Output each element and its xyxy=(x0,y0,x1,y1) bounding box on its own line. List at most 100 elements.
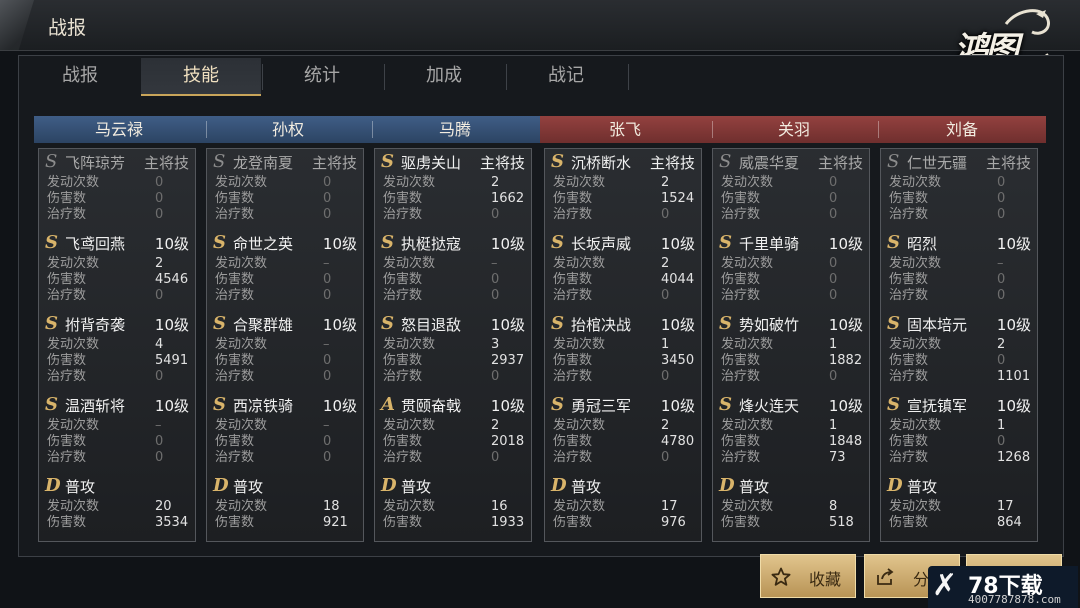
skill-entry[interactable]: S 昭烈 10级 发动次数 – 伤害数 0 治疗数 0 xyxy=(881,232,1039,312)
skill-name: 拊背奇袭 xyxy=(65,316,126,334)
skill-entry[interactable]: S 威震华夏 主将技 发动次数 0 伤害数 0 治疗数 0 xyxy=(713,151,871,231)
skill-header: S 抬棺决战 10级 xyxy=(551,313,699,335)
skill-entry[interactable]: S 势如破竹 10级 发动次数 1 伤害数 1882 治疗数 0 xyxy=(713,313,871,393)
basic-attack-entry[interactable]: D 普攻 发动次数 20 伤害数 3534 xyxy=(39,475,197,555)
tab-bonus[interactable]: 加成 xyxy=(384,58,504,96)
stat-value: 8 xyxy=(829,499,838,514)
basic-attack-entry[interactable]: D 普攻 发动次数 17 伤害数 976 xyxy=(545,475,703,555)
skill-entry[interactable]: S 沉桥断水 主将技 发动次数 2 伤害数 1524 治疗数 0 xyxy=(545,151,703,231)
skill-entry[interactable]: S 勇冠三军 10级 发动次数 2 伤害数 4780 治疗数 0 xyxy=(545,394,703,474)
skill-entry[interactable]: S 千里单骑 10级 发动次数 0 伤害数 0 治疗数 0 xyxy=(713,232,871,312)
skill-entry[interactable]: S 宣抚镇军 10级 发动次数 1 伤害数 0 治疗数 1268 xyxy=(881,394,1039,474)
basic-attack-entry[interactable]: D 普攻 发动次数 16 伤害数 1933 xyxy=(375,475,533,555)
stat-label: 发动次数 xyxy=(47,499,100,514)
skill-entry[interactable]: S 驱虏关山 主将技 发动次数 2 伤害数 1662 治疗数 0 xyxy=(375,151,533,231)
stat-row-heal: 治疗数 0 xyxy=(47,288,193,304)
stat-value: 4780 xyxy=(661,434,695,449)
stat-value: 976 xyxy=(661,515,686,530)
skill-entry[interactable]: S 怒目退敌 10级 发动次数 3 伤害数 2937 治疗数 0 xyxy=(375,313,533,393)
stat-value: 0 xyxy=(323,288,332,303)
skill-entry[interactable]: S 长坂声威 10级 发动次数 2 伤害数 4044 治疗数 0 xyxy=(545,232,703,312)
skill-entry[interactable]: S 仁世无疆 主将技 发动次数 0 伤害数 0 治疗数 0 xyxy=(881,151,1039,231)
stat-row-count: 发动次数 2 xyxy=(889,337,1035,353)
stat-value: 16 xyxy=(491,499,508,514)
basic-attack-entry[interactable]: D 普攻 发动次数 18 伤害数 921 xyxy=(207,475,365,555)
skill-name: 固本培元 xyxy=(907,316,968,334)
stat-label: 发动次数 xyxy=(553,418,606,433)
stat-label: 发动次数 xyxy=(553,175,606,190)
stat-label: 伤害数 xyxy=(721,191,761,206)
stat-label: 发动次数 xyxy=(721,337,774,352)
stat-value: 1662 xyxy=(491,191,525,206)
skill-grade: S xyxy=(213,151,226,172)
skill-header: S 仁世无疆 主将技 xyxy=(887,151,1035,173)
stat-label: 伤害数 xyxy=(383,515,423,530)
general-name: 关羽 xyxy=(777,120,810,139)
skill-entry[interactable]: S 西凉铁骑 10级 发动次数 – 伤害数 0 治疗数 0 xyxy=(207,394,365,474)
skill-header: S 沉桥断水 主将技 xyxy=(551,151,699,173)
stat-row-count: 发动次数 – xyxy=(215,337,361,353)
skill-entry[interactable]: S 抬棺决战 10级 发动次数 1 伤害数 3450 治疗数 0 xyxy=(545,313,703,393)
skill-name: 仁世无疆 xyxy=(907,154,968,172)
skill-grade: S xyxy=(887,394,900,415)
stat-row-count: 发动次数 1 xyxy=(889,418,1035,434)
stat-row-heal: 治疗数 0 xyxy=(553,288,699,304)
stat-row-count: 发动次数 20 xyxy=(47,499,193,515)
skill-grade: S xyxy=(887,313,900,334)
skill-name: 贯颐奋戟 xyxy=(401,397,462,415)
stat-row-damage: 伤害数 2937 xyxy=(383,353,529,369)
skill-entry[interactable]: S 固本培元 10级 发动次数 2 伤害数 0 治疗数 1101 xyxy=(881,313,1039,393)
stat-label: 治疗数 xyxy=(553,450,593,465)
skill-name: 普攻 xyxy=(401,478,432,496)
stat-label: 伤害数 xyxy=(47,191,87,206)
stat-label: 发动次数 xyxy=(889,256,942,271)
stat-row-damage: 伤害数 0 xyxy=(889,434,1035,450)
stat-label: 伤害数 xyxy=(889,272,929,287)
skill-grade: S xyxy=(45,313,58,334)
stat-row-heal: 治疗数 0 xyxy=(383,207,529,223)
skill-header: S 飞鸢回燕 10级 xyxy=(45,232,193,254)
stat-row-damage: 伤害数 1882 xyxy=(721,353,867,369)
skill-level: 主将技 xyxy=(479,154,525,172)
skill-level: 主将技 xyxy=(817,154,863,172)
skill-entry[interactable]: S 龙登南夏 主将技 发动次数 0 伤害数 0 治疗数 0 xyxy=(207,151,365,231)
stat-value: 0 xyxy=(491,288,500,303)
skill-entry[interactable]: S 烽火连天 10级 发动次数 1 伤害数 1848 治疗数 73 xyxy=(713,394,871,474)
basic-attack-entry[interactable]: D 普攻 发动次数 17 伤害数 864 xyxy=(881,475,1039,555)
skill-entry[interactable]: S 合聚群雄 10级 发动次数 – 伤害数 0 治疗数 0 xyxy=(207,313,365,393)
skill-entry[interactable]: A 贯颐奋戟 10级 发动次数 2 伤害数 2018 治疗数 0 xyxy=(375,394,533,474)
stat-value: 0 xyxy=(997,288,1006,303)
stat-label: 治疗数 xyxy=(383,288,423,303)
tab-battle-report[interactable]: 战报 xyxy=(20,58,140,96)
skill-name: 宣抚镇军 xyxy=(907,397,968,415)
skill-header: S 驱虏关山 主将技 xyxy=(381,151,529,173)
stat-row-damage: 伤害数 1662 xyxy=(383,191,529,207)
stat-label: 伤害数 xyxy=(553,434,593,449)
skill-entry[interactable]: S 飞阵琼芳 主将技 发动次数 0 伤害数 0 治疗数 0 xyxy=(39,151,197,231)
tab-war-record[interactable]: 战记 xyxy=(506,58,626,96)
stat-row-damage: 伤害数 518 xyxy=(721,515,867,531)
stat-label: 发动次数 xyxy=(47,337,100,352)
skill-entry[interactable]: S 拊背奇袭 10级 发动次数 4 伤害数 5491 治疗数 0 xyxy=(39,313,197,393)
tab-skills[interactable]: 技能 xyxy=(141,58,261,96)
skill-entry[interactable]: S 命世之英 10级 发动次数 – 伤害数 0 治疗数 0 xyxy=(207,232,365,312)
skill-grade: S xyxy=(45,394,58,415)
skill-entry[interactable]: S 执梃挞寇 10级 发动次数 – 伤害数 0 治疗数 0 xyxy=(375,232,533,312)
stat-row-damage: 伤害数 0 xyxy=(215,191,361,207)
stat-label: 伤害数 xyxy=(215,515,255,530)
stat-value: 2 xyxy=(491,418,500,433)
skill-level: 10级 xyxy=(322,316,357,334)
favorite-button[interactable]: 收藏 xyxy=(760,554,856,598)
skill-header: S 长坂声威 10级 xyxy=(551,232,699,254)
stat-row-damage: 伤害数 0 xyxy=(889,272,1035,288)
watermark-site: 4007787878.com xyxy=(968,593,1061,606)
tab-statistics[interactable]: 统计 xyxy=(262,58,382,96)
skill-header: S 势如破竹 10级 xyxy=(719,313,867,335)
skill-entry[interactable]: S 飞鸢回燕 10级 发动次数 2 伤害数 4546 治疗数 0 xyxy=(39,232,197,312)
stat-label: 治疗数 xyxy=(553,369,593,384)
basic-attack-entry[interactable]: D 普攻 发动次数 8 伤害数 518 xyxy=(713,475,871,555)
general-name: 马云禄 xyxy=(94,120,143,139)
skill-entry[interactable]: S 温酒斩将 10级 发动次数 – 伤害数 0 治疗数 0 xyxy=(39,394,197,474)
skill-header: S 烽火连天 10级 xyxy=(719,394,867,416)
skill-header: S 威震华夏 主将技 xyxy=(719,151,867,173)
